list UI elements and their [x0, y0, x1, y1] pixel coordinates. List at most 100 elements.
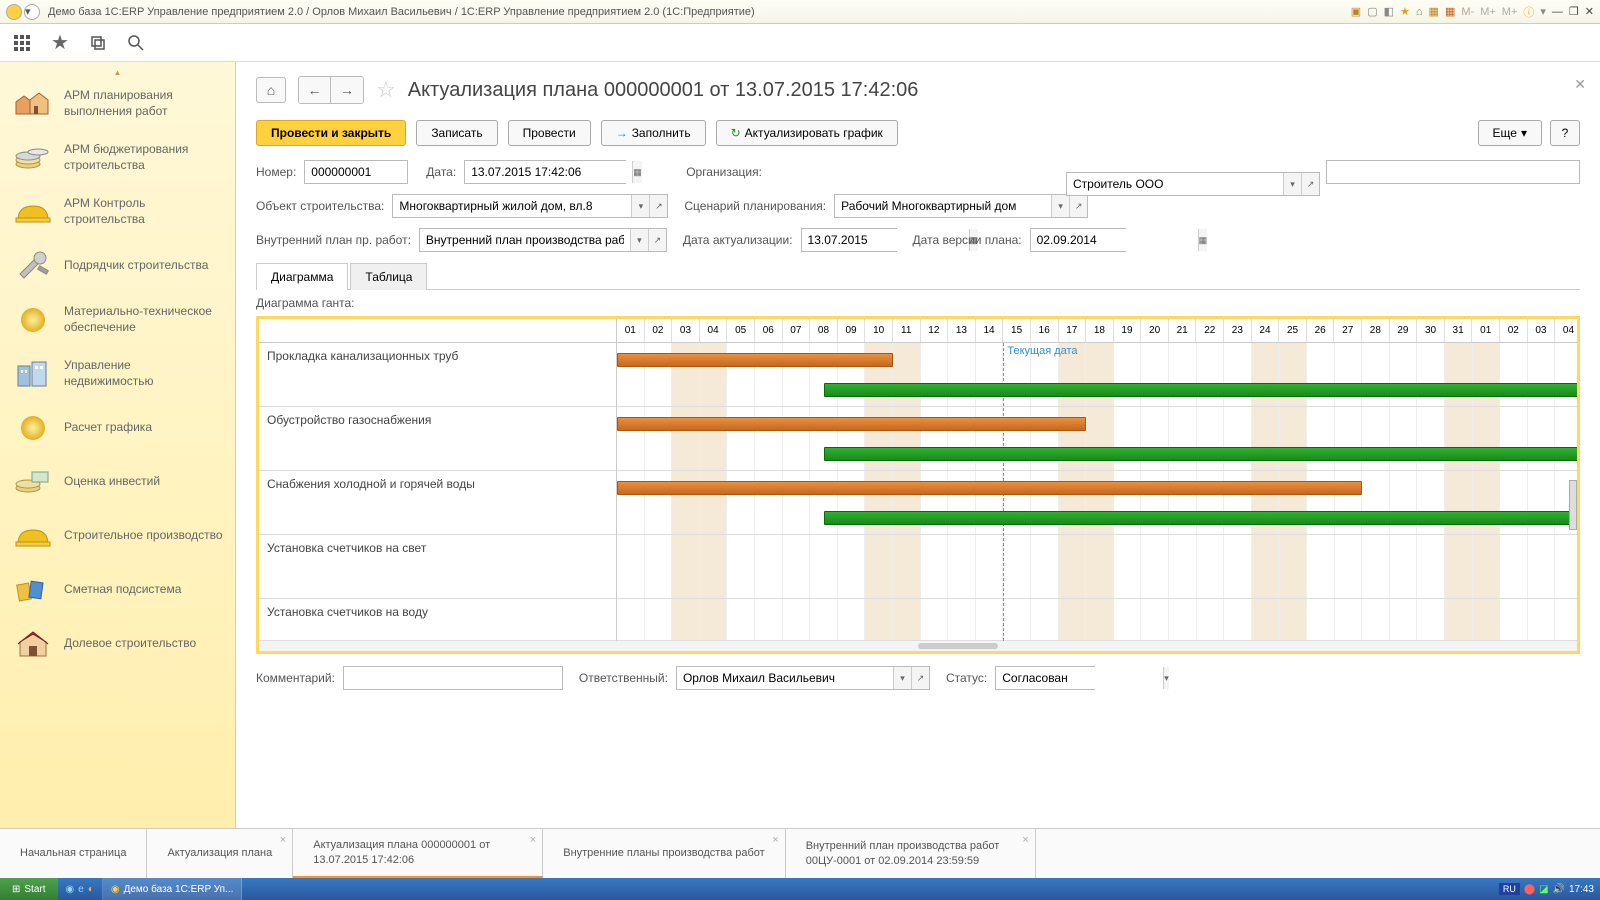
tab-close-icon[interactable]: × [1022, 833, 1028, 847]
dropdown2-icon[interactable]: ▾ [1540, 5, 1546, 18]
open-icon[interactable]: ↗ [649, 195, 667, 217]
more-button[interactable]: Еще ▾ [1478, 120, 1542, 146]
sidebar-item-materials[interactable]: Материально-техническое обеспечение [0, 293, 235, 347]
minimize-icon[interactable]: — [1552, 6, 1563, 18]
version-date-field[interactable] [1031, 229, 1198, 251]
sidebar-item-realestate[interactable]: Управление недвижимостью [0, 347, 235, 401]
open-icon[interactable]: ↗ [1301, 173, 1319, 195]
open-icon[interactable]: ↗ [911, 667, 929, 689]
chevron-down-icon[interactable]: ▾ [1051, 195, 1069, 217]
status-field[interactable] [996, 667, 1163, 689]
sidebar-item-contractor[interactable]: Подрядчик строительства [0, 239, 235, 293]
gantt-bar-fact[interactable] [824, 511, 1577, 525]
language-indicator[interactable]: RU [1499, 883, 1520, 895]
sidebar-item-schedule[interactable]: Расчет графика [0, 401, 235, 455]
plan-field[interactable] [420, 229, 630, 251]
tray-icon[interactable]: ⬤ [1524, 884, 1535, 895]
clock[interactable]: 17:43 [1569, 884, 1594, 895]
calendar-icon[interactable]: ▦ [1445, 5, 1455, 18]
number-field[interactable] [304, 160, 408, 184]
maximize-icon[interactable]: ❐ [1569, 5, 1579, 18]
horizontal-scrollbar[interactable] [918, 643, 998, 649]
home-button[interactable]: ⌂ [256, 77, 286, 103]
sidebar-item-shared[interactable]: Долевое строительство [0, 617, 235, 671]
help-button[interactable]: ? [1550, 120, 1580, 146]
tray-icon[interactable]: 🔊 [1553, 884, 1565, 895]
close-panel-icon[interactable]: ✕ [1574, 76, 1586, 93]
date-field[interactable] [465, 161, 632, 183]
forward-button[interactable]: → [331, 77, 363, 103]
calendar-icon[interactable]: ▦ [632, 161, 642, 183]
open-icon[interactable]: ↗ [1069, 195, 1087, 217]
window-tab[interactable]: Актуализация плана 000000001 от 13.07.20… [293, 829, 543, 878]
quick-launch[interactable]: ◉ e ◐ [58, 878, 103, 900]
sidebar-item-planning[interactable]: АРМ планирования выполнения работ [0, 77, 235, 131]
toolbar-icon[interactable]: ◧ [1384, 5, 1394, 18]
post-close-button[interactable]: Провести и закрыть [256, 120, 406, 146]
search-icon[interactable] [126, 33, 146, 53]
chevron-down-icon[interactable]: ▾ [631, 195, 649, 217]
chevron-down-icon[interactable]: ▾ [630, 229, 648, 251]
window-tab[interactable]: Актуализация плана× [147, 829, 293, 878]
window-tab[interactable]: Начальная страница [0, 829, 147, 878]
m-plus-icon[interactable]: M+ [1480, 6, 1496, 18]
calendar-icon[interactable]: ▦ [1198, 229, 1208, 251]
gantt-bar-fact[interactable] [824, 447, 1577, 461]
sidebar-item-budgeting[interactable]: АРМ бюджетирования строительства [0, 131, 235, 185]
chevron-down-icon[interactable]: ▾ [1163, 667, 1169, 689]
sidebar-item-control[interactable]: АРМ Контроль строительства [0, 185, 235, 239]
gantt-bar-fact[interactable] [824, 383, 1577, 397]
update-chart-button[interactable]: ↻Актуализировать график [716, 120, 898, 146]
object-field[interactable] [393, 195, 631, 217]
chevron-down-icon[interactable]: ▾ [1283, 173, 1301, 195]
close-icon[interactable]: ✕ [1585, 5, 1594, 18]
info-icon[interactable]: ⓘ [1523, 4, 1534, 20]
vertical-scrollbar[interactable] [1569, 480, 1577, 530]
favorite-star-icon[interactable]: ☆ [376, 77, 396, 103]
tray-icon[interactable]: ◪ [1539, 884, 1548, 895]
calc-icon[interactable]: ▦ [1429, 5, 1439, 18]
sidebar-item-construction[interactable]: Строительное производство [0, 509, 235, 563]
fill-button[interactable]: →Заполнить [601, 120, 706, 146]
copy-icon[interactable] [88, 33, 108, 53]
gantt-bar-plan[interactable] [617, 481, 1362, 495]
gantt-bar-plan[interactable] [617, 353, 893, 367]
toolbar-icon[interactable]: ▣ [1351, 5, 1361, 18]
apps-icon[interactable] [12, 33, 32, 53]
start-button[interactable]: ⊞Start [0, 878, 58, 900]
gantt-day-header: 01 [1472, 319, 1500, 342]
favorite-icon[interactable]: ★ [1400, 5, 1410, 18]
m-mplus-icon[interactable]: M+ [1502, 6, 1518, 18]
sidebar-item-estimate[interactable]: Сметная подсистема [0, 563, 235, 617]
chevron-down-icon[interactable]: ▾ [893, 667, 911, 689]
save-button[interactable]: Записать [416, 120, 497, 146]
sidebar-item-label: Управление недвижимостью [64, 358, 223, 389]
taskbar-app[interactable]: ◉Демо база 1С:ERP Уп... [103, 878, 243, 900]
gantt-bar-plan[interactable] [617, 417, 1086, 431]
gantt-day-header: 26 [1307, 319, 1335, 342]
sidebar-item-investment[interactable]: Оценка инвестий [0, 455, 235, 509]
m-minus-icon[interactable]: M- [1461, 6, 1474, 18]
open-icon[interactable]: ↗ [648, 229, 666, 251]
sidebar-item-label: Материально-техническое обеспечение [64, 304, 223, 335]
scenario-field[interactable] [835, 195, 1051, 217]
post-button[interactable]: Провести [508, 120, 591, 146]
org-field[interactable] [1067, 173, 1283, 195]
window-tab[interactable]: Внутренний план производства работ 00ЦУ-… [786, 829, 1036, 878]
tab-close-icon[interactable]: × [280, 833, 286, 847]
window-tab[interactable]: Внутренние планы производства работ× [543, 829, 785, 878]
toolbar-icon[interactable]: ▢ [1367, 5, 1377, 18]
tab-table[interactable]: Таблица [350, 263, 427, 290]
tab-close-icon[interactable]: × [772, 833, 778, 847]
tab-close-icon[interactable]: × [530, 833, 536, 847]
gantt-task-label: Прокладка канализационных труб [259, 343, 616, 407]
tab-diagram[interactable]: Диаграмма [256, 263, 348, 290]
responsible-field[interactable] [677, 667, 893, 689]
dropdown-icon[interactable]: ▾ [24, 4, 40, 20]
home-icon[interactable]: ⌂ [1416, 6, 1423, 18]
comment-field[interactable] [343, 666, 563, 690]
star-icon[interactable]: ★ [50, 33, 70, 53]
scenario-label: Сценарий планирования: [684, 199, 826, 213]
back-button[interactable]: ← [299, 77, 331, 103]
sidebar-collapse-icon[interactable]: ▲ [0, 68, 235, 77]
